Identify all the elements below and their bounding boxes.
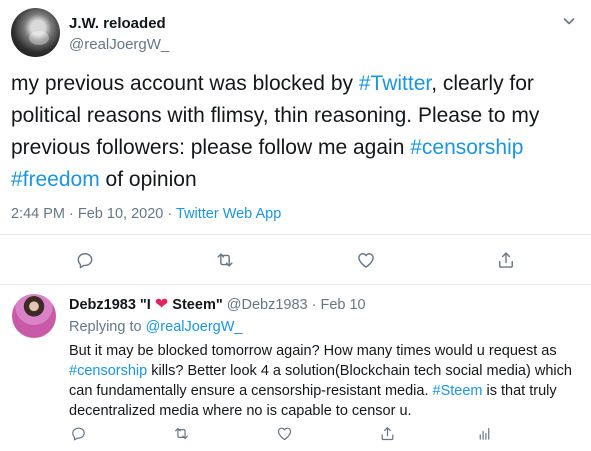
avatar[interactable]: [11, 8, 60, 57]
divider: [0, 284, 591, 285]
reply-actions: [0, 422, 591, 448]
reply-text: But it may be blocked tomorrow again? Ho…: [69, 341, 584, 421]
replying-to: Replying to @realJoergW_: [69, 318, 243, 336]
hashtag-censorship-link[interactable]: #censorship: [69, 363, 147, 379]
heart-emoji-icon: ❤: [154, 296, 169, 313]
display-name[interactable]: J.W. reloaded: [69, 15, 166, 33]
hashtag-censorship-link[interactable]: #censorship: [410, 136, 523, 159]
timestamp[interactable]: 2:44 PM · Feb 10, 2020 ·: [11, 206, 176, 222]
reply-text-segment: But it may be blocked tomorrow again? Ho…: [69, 343, 557, 359]
retweet-icon[interactable]: [170, 422, 192, 444]
timestamp[interactable]: Feb 10: [320, 297, 365, 313]
tweet-actions: [0, 249, 591, 275]
share-icon[interactable]: [495, 249, 517, 271]
heart-icon[interactable]: [355, 249, 377, 271]
separator: ·: [307, 297, 321, 313]
share-icon[interactable]: [376, 422, 398, 444]
tweet-text-segment: my previous account was blocked by: [11, 72, 359, 95]
chevron-down-icon[interactable]: [561, 13, 577, 29]
source-app-link[interactable]: Twitter Web App: [176, 206, 281, 222]
hashtag-twitter-link[interactable]: #Twitter: [359, 72, 431, 95]
replying-to-label: Replying to: [69, 319, 146, 335]
avatar[interactable]: [12, 294, 56, 338]
reply-header: Debz1983 "I ❤ Steem" @Debz1983 · Feb 10: [69, 296, 366, 314]
display-name-suffix: Steem": [168, 297, 223, 313]
reply-icon[interactable]: [67, 422, 89, 444]
display-name-prefix: Debz1983 "I: [69, 297, 155, 313]
display-name[interactable]: Debz1983 "I ❤ Steem": [69, 296, 227, 313]
retweet-icon[interactable]: [214, 249, 236, 271]
reply-tweet: Debz1983 "I ❤ Steem" @Debz1983 · Feb 10 …: [0, 286, 591, 451]
main-tweet: J.W. reloaded @realJoergW_ my previous a…: [0, 0, 591, 285]
tweet-meta: 2:44 PM · Feb 10, 2020 · Twitter Web App: [11, 205, 281, 223]
user-handle[interactable]: @realJoergW_: [69, 36, 169, 54]
hashtag-freedom-link[interactable]: #freedom: [11, 168, 100, 191]
mention-link[interactable]: @realJoergW_: [146, 319, 243, 335]
tweet-text: my previous account was blocked by #Twit…: [11, 68, 581, 196]
reply-icon[interactable]: [74, 249, 96, 271]
analytics-icon[interactable]: [473, 422, 495, 444]
hashtag-steem-link[interactable]: #Steem: [433, 383, 483, 399]
user-handle[interactable]: @Debz1983: [227, 297, 308, 313]
divider: [0, 234, 591, 235]
heart-icon[interactable]: [273, 422, 295, 444]
tweet-text-segment: of opinion: [99, 168, 197, 191]
